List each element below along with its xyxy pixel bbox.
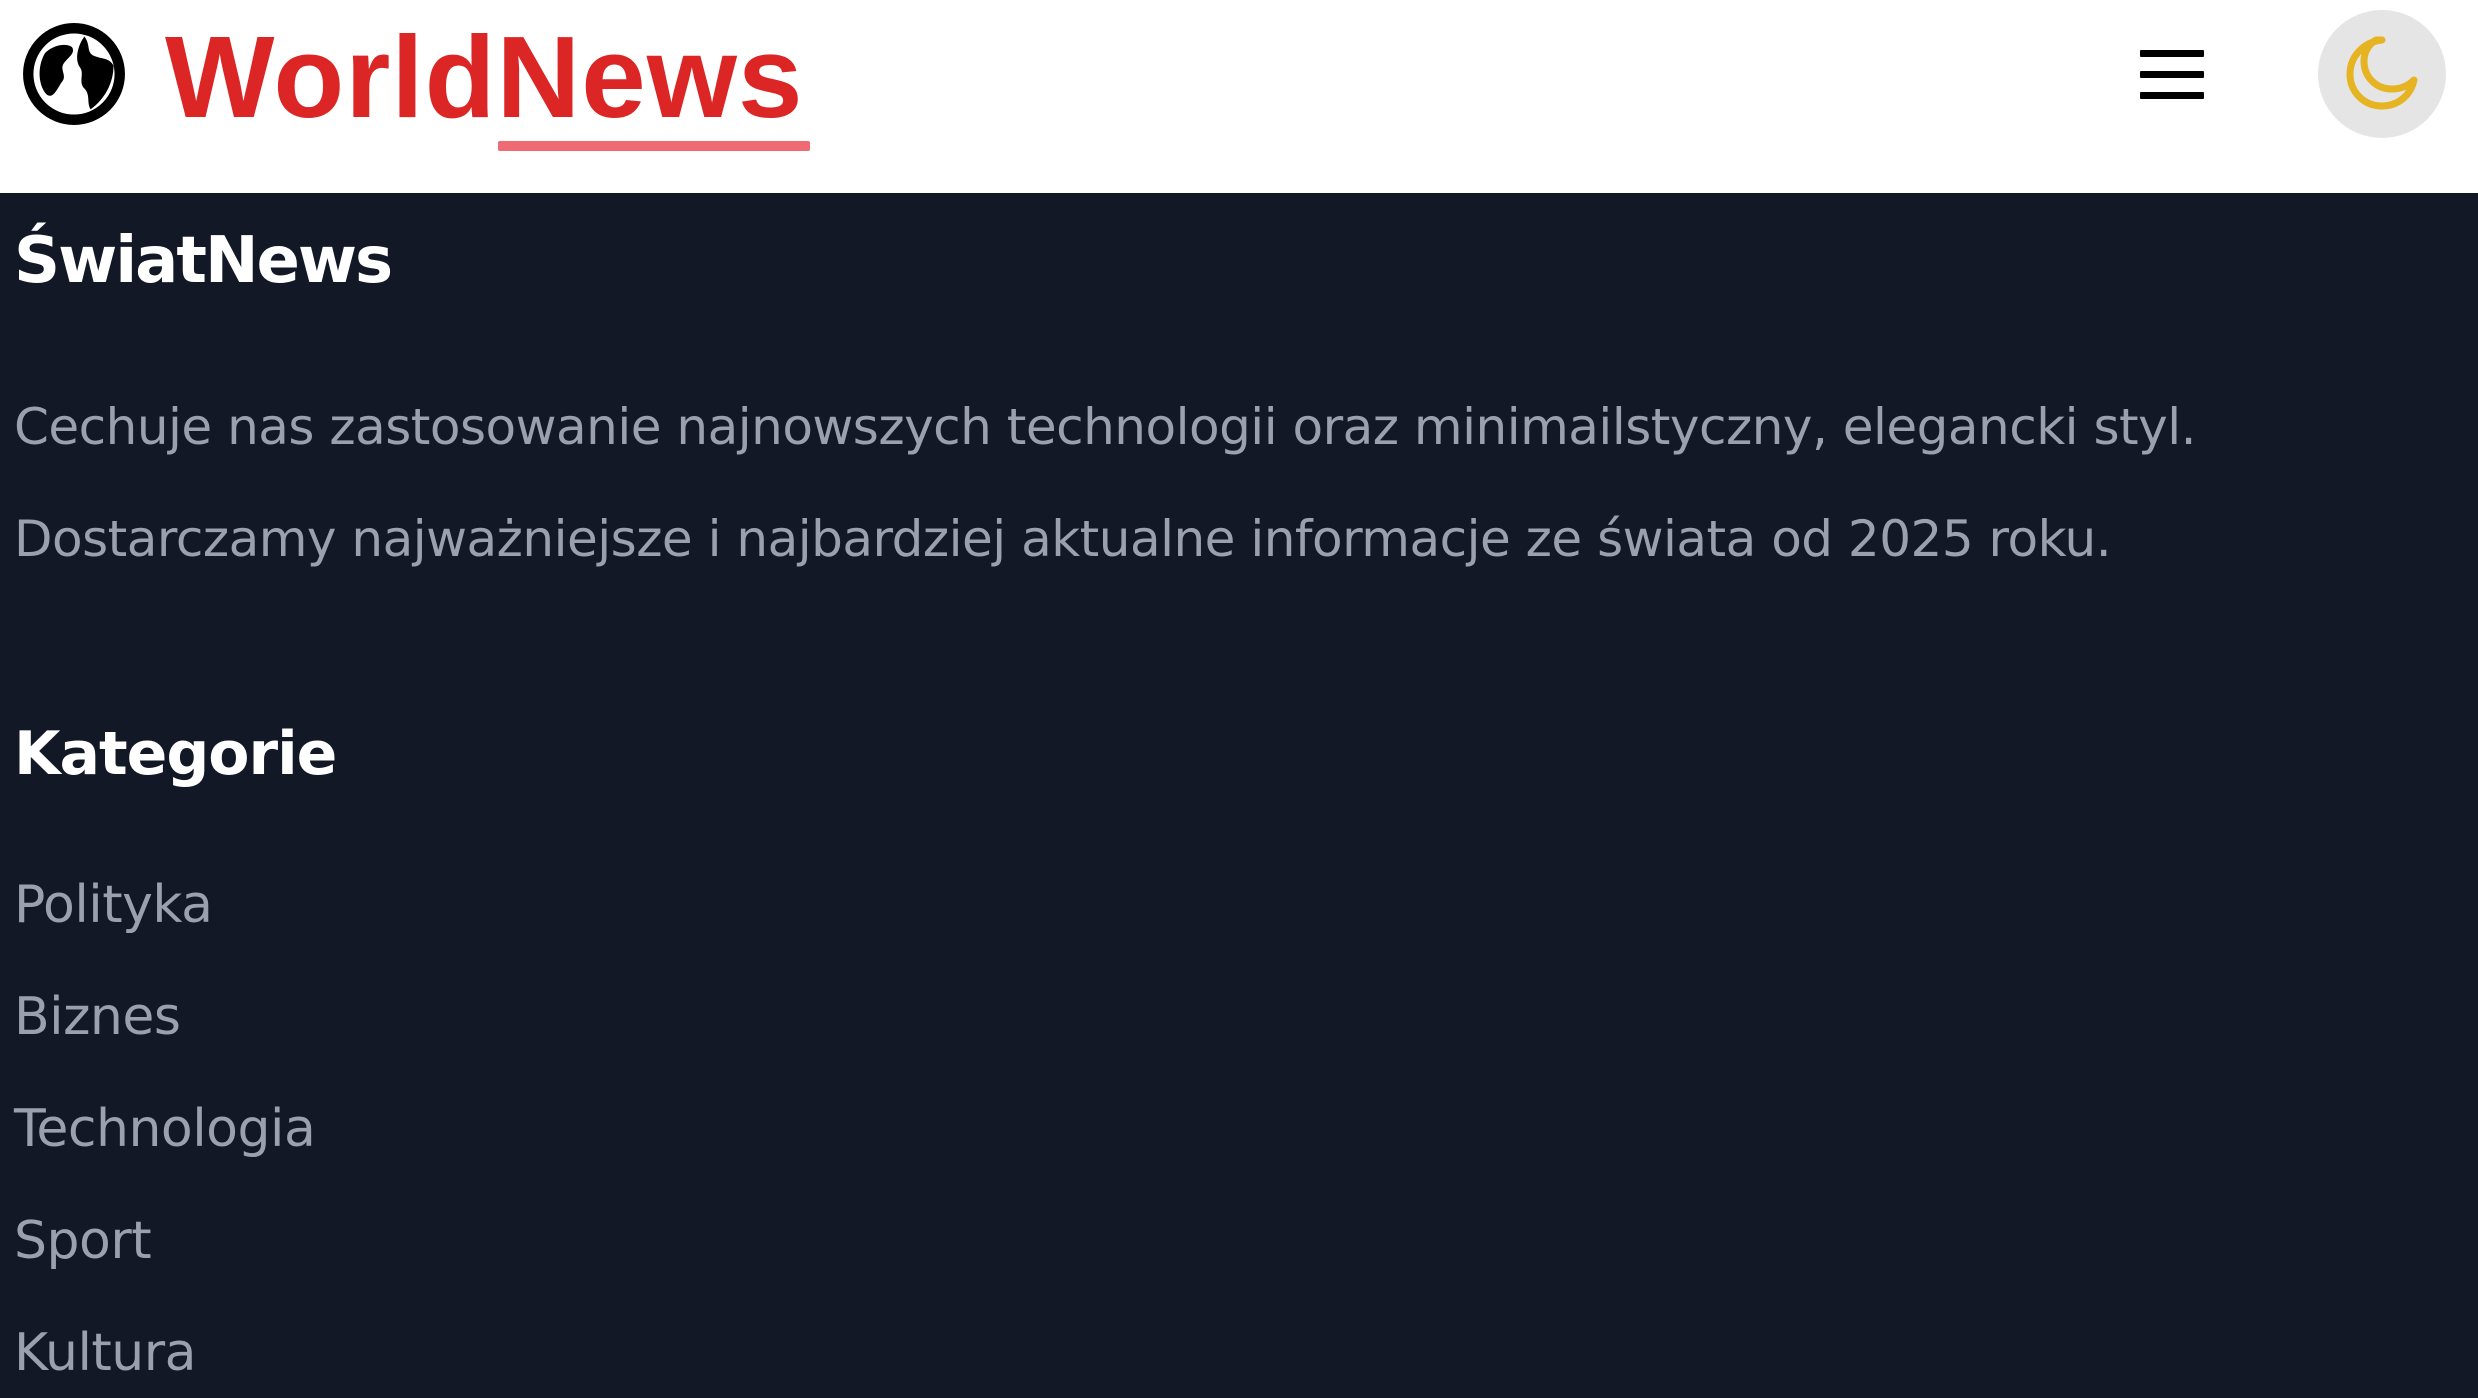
brand-world: World bbox=[165, 12, 497, 142]
theme-toggle-button[interactable] bbox=[2318, 10, 2446, 138]
footer-description-line-2: Dostarczamy najważniejsze i najbardziej … bbox=[14, 510, 2112, 568]
category-link-polityka[interactable]: Polityka bbox=[14, 873, 213, 937]
site-header: WorldNews bbox=[0, 0, 2478, 193]
category-link-sport[interactable]: Sport bbox=[14, 1209, 152, 1273]
hamburger-menu-icon[interactable] bbox=[2130, 38, 2210, 110]
site-footer: ŚwiatNews Cechuje nas zastosowanie najno… bbox=[0, 193, 2478, 1398]
footer-title: ŚwiatNews bbox=[14, 224, 393, 298]
categories-heading: Kategorie bbox=[14, 719, 337, 789]
globe-icon[interactable] bbox=[22, 22, 126, 126]
moon-icon bbox=[2346, 36, 2418, 110]
brand-news: News bbox=[496, 12, 810, 151]
category-link-biznes[interactable]: Biznes bbox=[14, 985, 181, 1049]
category-link-kultura[interactable]: Kultura bbox=[14, 1321, 197, 1385]
footer-description-line-1: Cechuje nas zastosowanie najnowszych tec… bbox=[14, 398, 2197, 456]
site-logo[interactable]: WorldNews bbox=[165, 12, 810, 151]
category-link-technologia[interactable]: Technologia bbox=[14, 1097, 316, 1161]
